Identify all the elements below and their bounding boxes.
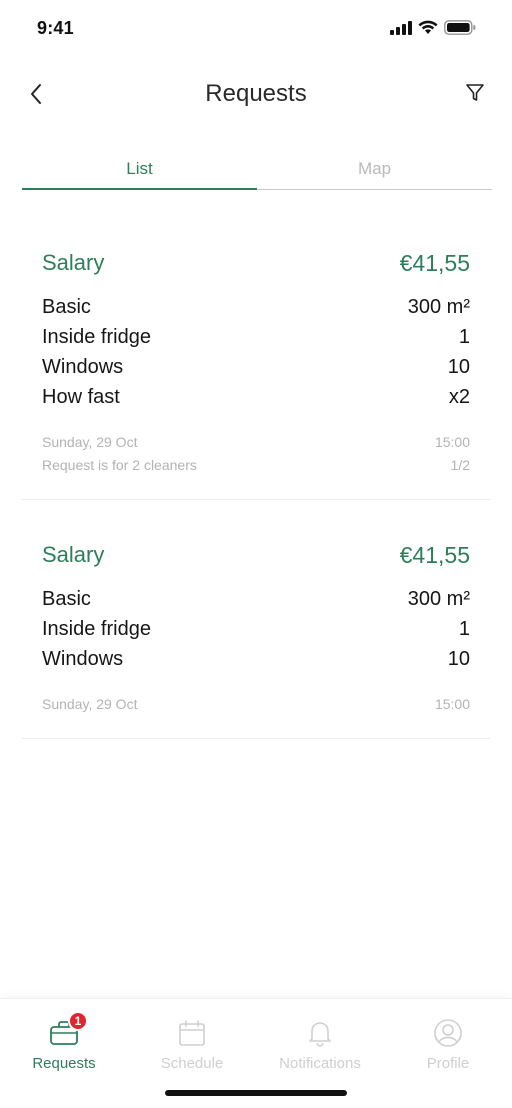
tabbar-label: Schedule <box>160 1055 224 1072</box>
page-title: Requests <box>205 80 307 107</box>
service-value: 10 <box>447 648 470 670</box>
service-value: 300 m² <box>407 296 470 318</box>
tab-map[interactable]: Map <box>257 150 492 189</box>
tabbar-label: Requests <box>32 1055 96 1072</box>
service-value: 1 <box>458 326 470 348</box>
service-label: Basic <box>42 296 91 318</box>
service-value: 10 <box>447 356 470 378</box>
service-label: Windows <box>42 356 124 378</box>
service-label: Inside fridge <box>42 618 151 640</box>
service-label: Inside fridge <box>42 326 151 348</box>
service-list: Basic 300 m² Inside fridge 1 Windows 10 … <box>42 292 470 412</box>
segmented-tabs: List Map <box>22 150 492 190</box>
tabbar-label: Profile <box>426 1055 470 1072</box>
card-price: €41,55 <box>399 250 470 276</box>
card-price: €41,55 <box>399 542 470 568</box>
wifi-icon <box>418 20 438 34</box>
card-header: Salary €41,55 <box>42 250 470 277</box>
service-value: 1 <box>458 618 470 640</box>
status-bar: 9:41 <box>0 0 512 60</box>
service-label: Basic <box>42 588 91 610</box>
notification-badge: 1 <box>68 1011 88 1031</box>
list-item: Basic 300 m² <box>42 584 470 614</box>
request-time: 15:00 <box>434 696 470 712</box>
card-title: Salary <box>42 250 105 275</box>
nav-bar: Requests <box>0 60 512 130</box>
calendar-icon <box>176 1017 208 1049</box>
request-date: Sunday, 29 Oct <box>42 434 138 450</box>
request-card[interactable]: Salary €41,55 Basic 300 m² Inside fridge… <box>22 530 490 739</box>
home-indicator <box>165 1090 347 1096</box>
bell-icon <box>304 1017 336 1049</box>
status-icons <box>390 20 476 35</box>
request-card[interactable]: Salary €41,55 Basic 300 m² Inside fridge… <box>22 238 490 500</box>
tabbar-item-requests[interactable]: 1 Requests <box>0 1011 128 1072</box>
status-time: 9:41 <box>37 18 74 38</box>
cleaners-count: 1/2 <box>450 457 470 473</box>
date-row: Sunday, 29 Oct 15:00 <box>42 434 470 450</box>
list-item: Inside fridge 1 <box>42 322 470 352</box>
request-time: 15:00 <box>434 434 470 450</box>
service-list: Basic 300 m² Inside fridge 1 Windows 10 <box>42 584 470 674</box>
date-row: Sunday, 29 Oct 15:00 <box>42 696 470 712</box>
service-value: x2 <box>448 386 470 408</box>
service-label: Windows <box>42 648 124 670</box>
list-item: How fast x2 <box>42 382 470 412</box>
cellular-signal-icon <box>390 20 412 35</box>
list-item: Windows 10 <box>42 644 470 674</box>
filter-icon <box>466 84 484 101</box>
tab-list[interactable]: List <box>22 150 257 190</box>
filter-button[interactable] <box>462 80 488 106</box>
cleaners-note: Request is for 2 cleaners <box>42 457 197 473</box>
briefcase-icon: 1 <box>48 1011 88 1049</box>
tabbar-item-schedule[interactable]: Schedule <box>128 1017 256 1072</box>
tabbar-item-profile[interactable]: Profile <box>384 1017 512 1072</box>
list-item: Windows 10 <box>42 352 470 382</box>
list-item: Basic 300 m² <box>42 292 470 322</box>
request-date: Sunday, 29 Oct <box>42 696 138 712</box>
tabbar-label: Notifications <box>279 1055 361 1072</box>
profile-icon <box>432 1017 464 1049</box>
tabbar-item-notifications[interactable]: Notifications <box>256 1017 384 1072</box>
service-value: 300 m² <box>407 588 470 610</box>
cleaners-row: Request is for 2 cleaners 1/2 <box>42 457 470 473</box>
list-item: Inside fridge 1 <box>42 614 470 644</box>
card-title: Salary <box>42 542 105 567</box>
service-label: How fast <box>42 386 120 408</box>
card-header: Salary €41,55 <box>42 542 470 569</box>
battery-icon <box>444 20 476 35</box>
